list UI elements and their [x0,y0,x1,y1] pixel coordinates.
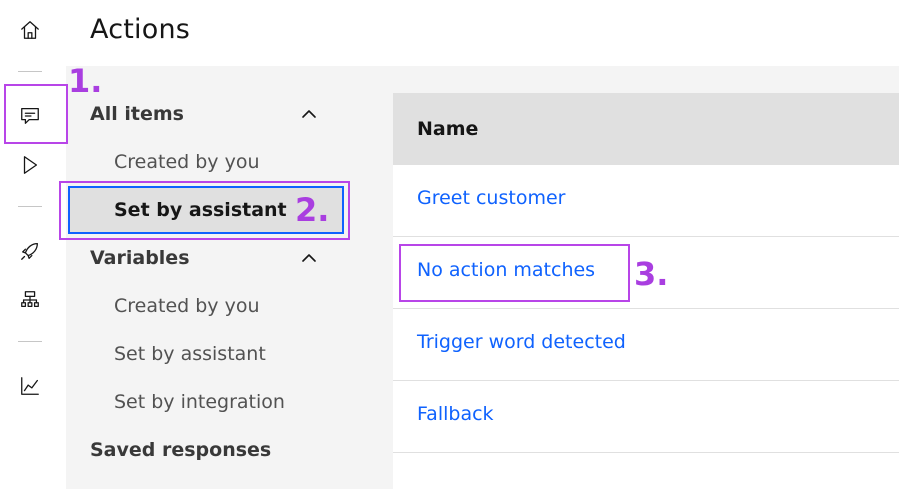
rocket-icon[interactable] [17,238,43,264]
annotation-box-1 [4,84,68,144]
table-row[interactable]: Greet customer [393,165,899,237]
page-title: Actions [90,14,191,45]
annotation-label-3: 3. [634,255,669,293]
nav-item-variables-set-by-assistant[interactable]: Set by assistant [114,343,266,365]
left-rail [0,0,62,489]
action-link-greet-customer[interactable]: Greet customer [417,187,565,209]
nav-item-all-created-by-you[interactable]: Created by you [114,151,260,173]
chevron-up-icon[interactable] [299,104,319,124]
rail-divider [18,341,42,342]
table-row[interactable]: Fallback [393,381,899,453]
nav-section-all-items[interactable]: All items [90,103,184,125]
play-icon[interactable] [17,152,43,178]
nav-item-variables-created-by-you[interactable]: Created by you [114,295,260,317]
column-header-name[interactable]: Name [417,118,478,140]
annotation-label-2: 2. [295,191,330,229]
chevron-up-icon[interactable] [299,248,319,268]
annotation-label-1: 1. [68,62,103,100]
action-link-fallback[interactable]: Fallback [417,403,494,425]
table-header: Name [393,93,899,165]
tree-icon[interactable] [17,287,43,313]
analytics-icon[interactable] [17,373,43,399]
home-icon[interactable] [17,17,43,43]
annotation-box-3 [399,244,630,302]
nav-section-saved-responses[interactable]: Saved responses [90,439,271,461]
rail-divider [18,206,42,207]
action-link-trigger-word-detected[interactable]: Trigger word detected [417,331,626,353]
nav-item-variables-set-by-integration[interactable]: Set by integration [114,391,285,413]
rail-divider [18,71,42,72]
table-row[interactable]: Trigger word detected [393,309,899,381]
nav-section-variables[interactable]: Variables [90,247,190,269]
